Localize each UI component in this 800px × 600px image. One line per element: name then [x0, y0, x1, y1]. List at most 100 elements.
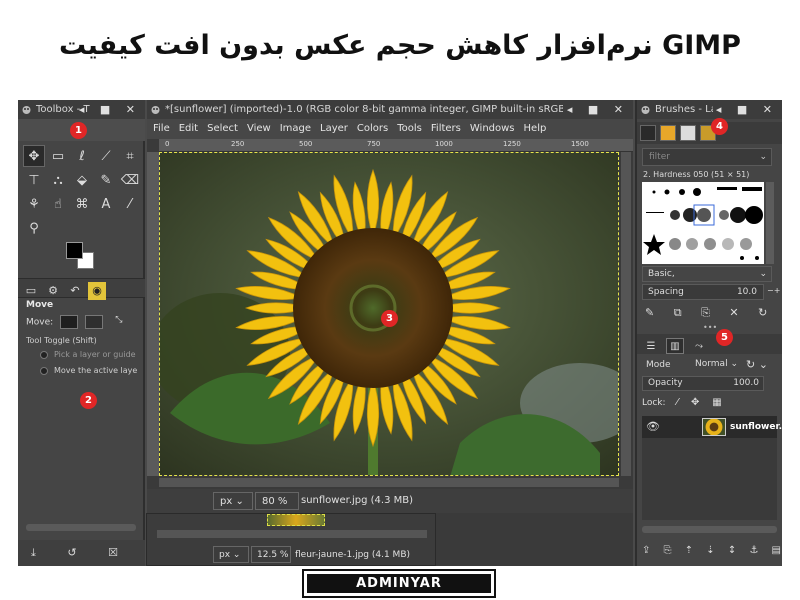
image-window-buttons[interactable]: ◂ ■ ✕ [562, 100, 629, 119]
ruler-mark: 750 [367, 140, 381, 148]
menu-image[interactable]: Image [280, 123, 311, 134]
dock-separator-handle[interactable]: ••• [703, 323, 717, 332]
warp-tool-icon[interactable]: ⛬ [47, 170, 69, 192]
images-tab-icon[interactable]: ◉ [88, 282, 106, 300]
marker-2: 2 [80, 392, 97, 409]
move-active-layer-radio[interactable] [40, 366, 48, 375]
rect-select-tool-icon[interactable]: ▭ [47, 146, 69, 168]
toolbox-scrollbar[interactable] [26, 524, 136, 531]
marker-3: 3 [381, 310, 398, 327]
unified-transform-tool-icon[interactable]: ⊤ [23, 170, 45, 192]
menu-select[interactable]: Select [207, 123, 238, 134]
text-tool-icon[interactable]: A [95, 194, 117, 216]
color-picker-tool-icon[interactable]: ⁄ [119, 194, 141, 216]
unit-select[interactable]: px ⌄ [213, 492, 253, 510]
tool-options-tab-icon[interactable]: ▭ [22, 282, 40, 300]
paths-tab-icon[interactable]: ⤳ [690, 339, 708, 355]
lock-pixels-icon[interactable]: ⁄ [676, 397, 678, 408]
move-tool-icon[interactable]: ✥ [23, 145, 45, 167]
smudge-tool-icon[interactable]: ☝ [47, 194, 69, 216]
brush-action-buttons[interactable]: ✎ ⧉ ⎘ ✕ ↻ ▤ [637, 304, 782, 322]
spacing-field[interactable]: Spacing 10.0 [642, 284, 764, 300]
gimp-logo-icon [22, 106, 31, 114]
layer-row[interactable]: 👁 sunflower. [642, 416, 782, 438]
horizontal-ruler: 0 250 500 750 1000 1250 1500 [159, 139, 633, 152]
toolbox-bottom-buttons[interactable]: ⤓ ↺ ☒ ↻ [18, 540, 145, 566]
brush-grid-scrollbar[interactable] [766, 182, 774, 264]
paintbrush-tool-icon[interactable]: ✎ [95, 170, 117, 192]
layers-tabs: ☰ ▥ ⤳ [637, 334, 782, 354]
tool-toggle-label: Tool Toggle (Shift) [26, 336, 97, 345]
crop-tool-icon[interactable]: ⌗ [119, 146, 141, 168]
opacity-field[interactable]: Opacity 100.0 [642, 376, 764, 391]
menu-help[interactable]: Help [524, 123, 547, 134]
zoom-select[interactable]: 80 % ⌄ [255, 492, 299, 525]
ruler-mark: 250 [231, 140, 245, 148]
undo-history-tab-icon[interactable]: ↶ [66, 282, 84, 300]
spacing-stepper[interactable]: −+ [767, 286, 780, 295]
filter-placeholder: filter [649, 152, 670, 162]
fonts-tab-icon[interactable] [680, 125, 696, 141]
fuzzy-select-tool-icon[interactable]: ⟋ [95, 146, 117, 168]
mode-select[interactable]: Normal ⌄ [690, 358, 742, 373]
vertical-ruler [147, 152, 159, 476]
menu-tools[interactable]: Tools [397, 123, 422, 134]
menu-colors[interactable]: Colors [357, 123, 388, 134]
menu-windows[interactable]: Windows [470, 123, 515, 134]
menu-file[interactable]: File [153, 123, 170, 134]
pick-layer-radio[interactable] [40, 350, 48, 359]
tool-grid: ✥ ▭ ℓ ⟋ ⌗ ⊤ ⛬ ⬙ ✎ ⌫ ⚘ ☝ ⌘ A ⁄ ⚲ [22, 144, 142, 241]
brushes-tab-icon[interactable] [640, 125, 656, 141]
second-zoom-select[interactable]: 12.5 % ⌄ [251, 546, 291, 563]
ruler-mark: 1000 [435, 140, 453, 148]
canvas-horizontal-scrollbar[interactable] [159, 478, 619, 487]
move-active-layer-option[interactable]: Move the active laye [40, 366, 137, 375]
color-swatches[interactable] [66, 242, 98, 272]
unit-value: px [220, 496, 233, 507]
clone-tool-icon[interactable]: ⚘ [23, 194, 45, 216]
lock-position-icon[interactable]: ✥ [691, 397, 699, 408]
brush-preset-value: Basic, [648, 269, 675, 279]
ruler-mark: 0 [165, 140, 170, 148]
brushes-tabs [637, 122, 782, 144]
lasso-tool-icon[interactable]: ℓ [71, 146, 93, 168]
pick-layer-option[interactable]: Pick a layer or guide [40, 350, 136, 359]
brushes-titlebar: Brushes - Laye ◂ ■ ✕ [637, 100, 782, 119]
brush-preset-select[interactable]: Basic, ⌄ [642, 266, 772, 282]
patterns-tab-icon[interactable] [660, 125, 676, 141]
image-window-titlebar: *[sunflower] (imported)-1.0 (RGB color 8… [147, 100, 633, 119]
tool-options-title: Move [26, 300, 54, 310]
lock-alpha-icon[interactable]: ▦ [712, 397, 721, 408]
zoom-tool-icon[interactable]: ⚲ [23, 218, 45, 240]
brushes-window-buttons[interactable]: ◂ ■ ✕ [712, 100, 778, 119]
toolbox-window-buttons[interactable]: ◂ ■ ✕ [79, 100, 141, 119]
status-bar: px ⌄ 80 % ⌄ sunflower.jpg (4.3 MB) [147, 489, 633, 525]
move-selection-mode-button[interactable] [84, 315, 103, 329]
layer-action-buttons[interactable]: ⇪ ⎘ ⇡ ⇣ ↕ ⚓ ▤ ✕ [637, 542, 782, 560]
second-unit-select[interactable]: px ⌄ [213, 546, 249, 563]
page-title: نرم‌افزار کاهش حجم عکس بدون افت کیفیت GI… [59, 30, 741, 61]
layers-scrollbar[interactable] [642, 526, 777, 533]
second-window-scrollbar[interactable] [157, 530, 427, 538]
menu-edit[interactable]: Edit [179, 123, 198, 134]
layers-tab-icon[interactable]: ☰ [642, 339, 660, 355]
canvas-vertical-scrollbar[interactable] [621, 152, 631, 476]
eraser-tool-icon[interactable]: ⌫ [119, 170, 141, 192]
bucket-fill-tool-icon[interactable]: ⬙ [71, 170, 93, 192]
move-path-mode-icon[interactable]: ⤡ [110, 315, 128, 329]
move-layer-mode-button[interactable] [60, 315, 79, 329]
menu-filters[interactable]: Filters [431, 123, 461, 134]
brush-filter-input[interactable]: filter ⌄ [642, 148, 772, 166]
menu-layer[interactable]: Layer [320, 123, 348, 134]
eye-icon[interactable]: 👁 [646, 420, 660, 434]
foreground-color-swatch[interactable] [66, 242, 83, 259]
menu-view[interactable]: View [247, 123, 271, 134]
channels-tab-icon[interactable]: ▥ [666, 338, 684, 354]
brush-grid[interactable] [642, 182, 764, 264]
gimp-screenshot: Toolbox - T ◂ ■ ✕ ✥ ▭ ℓ ⟋ ⌗ ⊤ ⛬ ⬙ ✎ ⌫ ⚘ ☝ ⌘ A ⁄ ⚲ ▭ ⚙… [18, 100, 782, 566]
device-status-tab-icon[interactable]: ⚙ [44, 282, 62, 300]
mode-reset-icon[interactable]: ↻ ⌄ [746, 358, 768, 371]
paths-tool-icon[interactable]: ⌘ [71, 194, 93, 216]
lock-row: Lock: ⁄ ✥ ▦ [642, 397, 777, 411]
brand-name: ADMINYAR [307, 574, 491, 593]
